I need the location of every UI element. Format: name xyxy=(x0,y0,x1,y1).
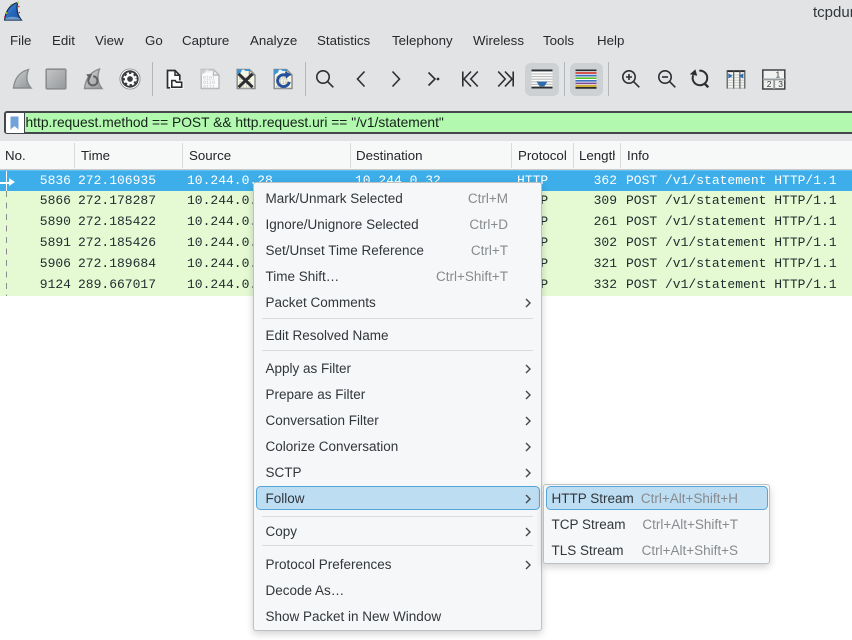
svg-text:2: 2 xyxy=(767,79,772,89)
svg-text:1: 1 xyxy=(776,70,781,80)
svg-text:0111: 0111 xyxy=(203,84,215,90)
svg-text:3: 3 xyxy=(778,79,783,89)
